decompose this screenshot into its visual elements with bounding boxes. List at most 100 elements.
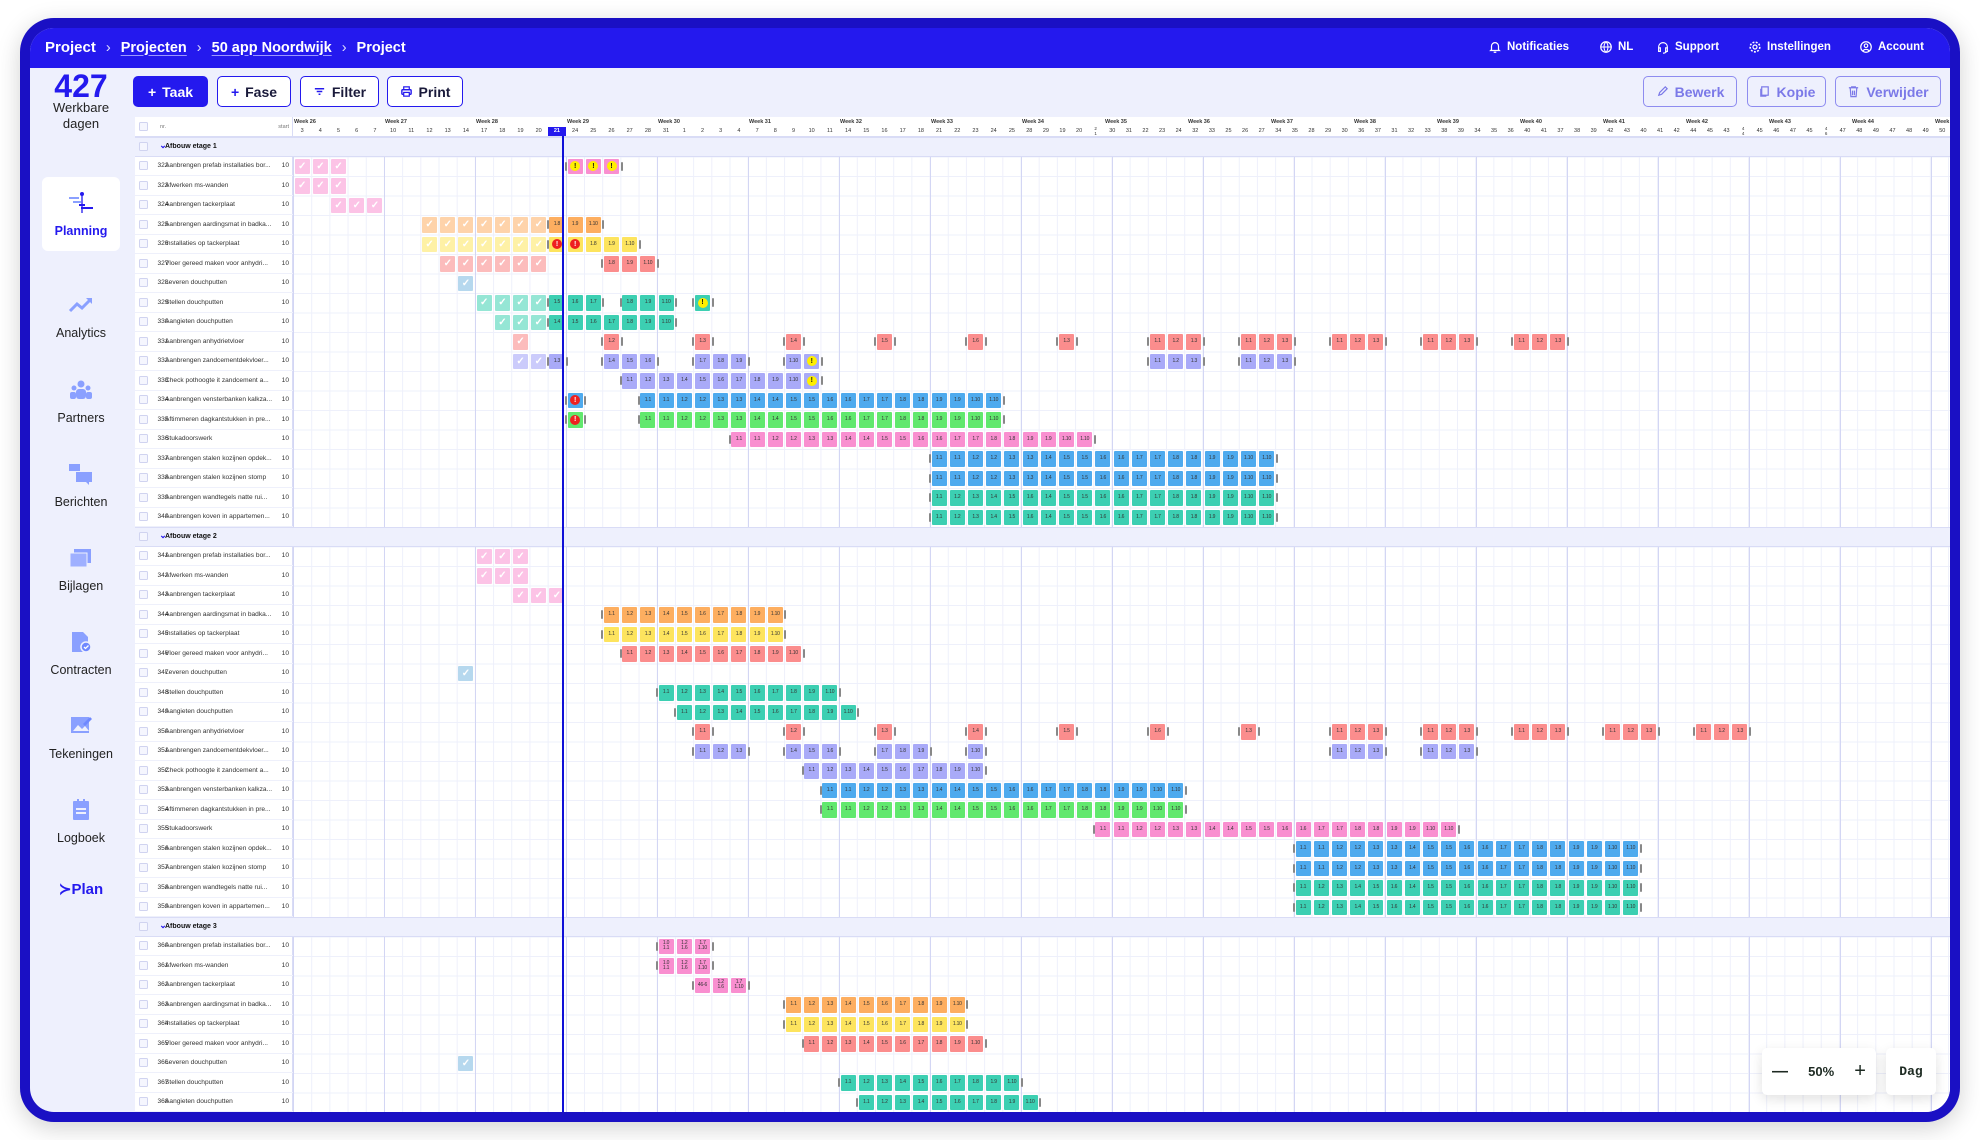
task-day-cell[interactable]: 1.6 — [1022, 782, 1038, 798]
task-day-cell[interactable]: 1.3 — [731, 392, 747, 408]
task-name[interactable]: Aanbrengen prefab installaties bor... — [165, 552, 275, 559]
task-day-cell[interactable]: 1.1 — [804, 763, 820, 779]
task-row[interactable]: 339 Aanbrengen wandtegels natte rui... 10 — [135, 488, 293, 508]
task-day-cell[interactable]: 1.5 — [695, 373, 710, 389]
task-day-cell[interactable]: 1.4 — [749, 412, 765, 428]
task-day-cell[interactable]: 1.8 — [1368, 821, 1384, 837]
task-row[interactable]: 363 Aanbrengen aardingsmat in badka... 10 — [135, 995, 293, 1015]
task-row[interactable]: 337 Aanbrengen stalen kozijnen opdek... 10 — [135, 449, 293, 469]
task-day-cell[interactable]: 1.6 — [877, 1016, 892, 1032]
task-day-cell[interactable]: 1.4 — [1222, 821, 1238, 837]
task-day-cell[interactable]: 1.9 — [640, 314, 656, 330]
segment-handle-start[interactable] — [656, 961, 658, 970]
task-row[interactable]: 333 Check pothoogte it zandcement a... 10 — [135, 371, 293, 391]
task-day-cell[interactable]: 1.5 — [931, 1094, 947, 1110]
task-day-cell[interactable]: 1.9 — [1568, 899, 1584, 915]
task-day-cell[interactable]: 1.3 — [695, 685, 710, 701]
task-checkbox[interactable] — [139, 512, 148, 522]
task-day-cell[interactable]: 1.2 — [1532, 724, 1548, 740]
task-day-cell[interactable]: ✓ — [458, 256, 474, 272]
task-name[interactable]: Aftimmeren dagkantstukken in pre... — [165, 416, 275, 423]
task-day-cell[interactable]: 1.3 — [968, 509, 983, 525]
task-name[interactable]: Aanbrengen stalen kozijnen opdek... — [165, 845, 275, 852]
task-day-cell[interactable]: 1.1 — [1423, 743, 1438, 759]
task-day-cell[interactable]: ✓ — [440, 256, 456, 272]
task-day-cell[interactable]: 1.2 — [986, 451, 1002, 467]
task-name[interactable]: Aanbrengen vensterbanken kalkza... — [165, 786, 275, 793]
task-day-cell[interactable]: 1.3 — [658, 373, 674, 389]
segment-handle-end[interactable] — [711, 961, 714, 970]
task-day-cell[interactable]: ✓ — [513, 334, 528, 350]
task-day-cell[interactable]: 1.7 — [1514, 880, 1529, 896]
task-day-cell[interactable]: 1.1 — [840, 782, 856, 798]
task-day-cell[interactable]: 1.2 — [1350, 860, 1366, 876]
task-day-cell[interactable]: ✓ — [367, 197, 383, 213]
task-day-cell[interactable]: ✓ — [531, 295, 547, 311]
task-day-cell[interactable]: 1.2 — [949, 509, 965, 525]
task-day-cell[interactable]: 1.6 — [822, 743, 838, 759]
task-checkbox[interactable] — [139, 824, 148, 834]
task-day-cell[interactable]: 1.8 — [1168, 470, 1184, 486]
task-day-cell[interactable]: 1.6 — [968, 334, 983, 350]
task-day-cell[interactable]: 1.7 — [731, 646, 747, 662]
sidebar-item-berichten[interactable]: Berichten — [42, 448, 120, 522]
task-day-cell[interactable]: 1.9 — [767, 646, 783, 662]
sidebar-item-partners[interactable]: Partners — [42, 364, 120, 438]
task-day-cell[interactable]: 1.1 — [1295, 860, 1311, 876]
task-day-cell[interactable]: 1.6 — [895, 763, 911, 779]
task-checkbox[interactable] — [139, 434, 148, 444]
task-day-cell[interactable]: 1.3 — [1459, 724, 1475, 740]
task-day-cell[interactable]: 1.5 — [877, 1036, 892, 1052]
task-name[interactable]: Aangieten douchputten — [165, 318, 275, 325]
task-day-cell[interactable]: 1.1 — [1514, 724, 1529, 740]
task-day-cell[interactable]: 1.9 — [1222, 490, 1238, 506]
task-day-cell[interactable]: 1.3 — [1277, 334, 1293, 350]
task-day-cell[interactable]: 1.2 — [767, 431, 783, 447]
task-day-cell[interactable]: 1.10 — [1259, 490, 1275, 506]
segment-handle-start[interactable] — [929, 493, 931, 502]
task-day-cell[interactable]: 1.10 — [968, 743, 983, 759]
segment-handle-start[interactable] — [565, 161, 567, 171]
task-row[interactable]: 357 Aanbrengen stalen kozijnen stomp 10 — [135, 859, 293, 878]
segment-handle-end[interactable] — [1476, 746, 1478, 756]
task-day-cell[interactable]: 1.1 — [840, 1075, 856, 1091]
task-day-cell[interactable]: 1.5 — [786, 392, 801, 408]
task-day-cell[interactable]: 1.10 — [1059, 431, 1074, 447]
task-day-cell[interactable]: 1.5 — [877, 334, 892, 350]
task-day-cell[interactable]: 1.8 — [1550, 880, 1566, 896]
task-day-cell[interactable]: ✓ — [513, 548, 528, 564]
task-day-cell[interactable]: 1.9 — [1113, 782, 1129, 798]
task-day-cell[interactable]: 1.6 — [931, 431, 947, 447]
task-name[interactable]: Aangieten douchputten — [165, 1098, 275, 1105]
segment-handle-end[interactable] — [1275, 493, 1278, 502]
task-day-cell[interactable]: 1.10 — [840, 704, 856, 720]
task-day-cell[interactable]: ✓ — [331, 158, 346, 174]
task-day-cell[interactable]: 1.2 — [1168, 353, 1184, 369]
segment-handle-end[interactable] — [839, 688, 841, 697]
task-row[interactable]: 324 Aanbrengen tackerplaat 10 — [135, 196, 293, 215]
task-day-cell[interactable]: ✓ — [513, 236, 528, 252]
group-checkbox[interactable] — [139, 142, 148, 152]
task-day-cell[interactable]: 1.7 — [1131, 509, 1147, 525]
task-day-cell[interactable]: 1.1 — [786, 997, 801, 1013]
task-day-cell[interactable]: 1.2 — [1350, 743, 1366, 759]
nav-instellingen[interactable]: Instellingen — [1748, 40, 1831, 54]
task-day-cell[interactable]: 1.8 — [913, 1016, 929, 1032]
task-day-cell[interactable]: 1.5 — [968, 802, 983, 818]
task-day-cell[interactable]: 1.10 — [585, 217, 601, 233]
task-day-cell[interactable]: 1.6 — [1113, 470, 1129, 486]
task-day-cell[interactable]: 1.2 — [786, 724, 801, 740]
task-day-cell[interactable]: 1.5 — [1077, 470, 1093, 486]
task-day-cell[interactable]: 1.2 — [1532, 334, 1548, 350]
task-name[interactable]: Stellen douchputten — [165, 689, 275, 696]
task-checkbox[interactable] — [139, 375, 148, 385]
zoom-out-button[interactable]: — — [1772, 1063, 1788, 1081]
task-day-cell[interactable]: ✓ — [494, 217, 510, 233]
task-day-cell[interactable]: 1.9 — [1586, 899, 1602, 915]
task-day-cell[interactable]: 1.5 — [749, 704, 765, 720]
task-day-cell[interactable]: 1.8 — [1077, 782, 1093, 798]
task-checkbox[interactable] — [139, 200, 148, 210]
task-day-cell[interactable]: ! — [604, 158, 619, 174]
segment-handle-end[interactable] — [1002, 415, 1005, 424]
task-day-cell[interactable]: 1.3 — [640, 626, 656, 642]
